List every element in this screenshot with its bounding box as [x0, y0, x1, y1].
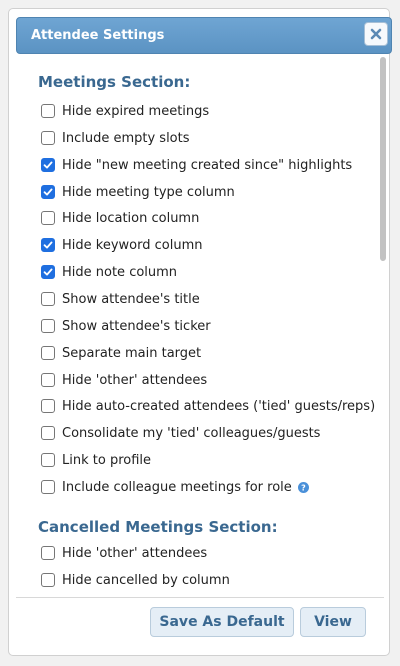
option-label: Hide "new meeting created since" highlig…	[62, 157, 353, 173]
checkbox[interactable]	[41, 185, 55, 199]
scrollbar-thumb[interactable]	[380, 57, 386, 261]
checkbox[interactable]	[41, 546, 55, 560]
option-label: Consolidate my 'tied' colleagues/guests	[62, 425, 321, 441]
option-label: Hide 'other' attendees	[62, 372, 208, 388]
close-x-icon	[370, 28, 382, 40]
option-label: Link to profile	[62, 452, 152, 468]
checkbox[interactable]	[41, 453, 55, 467]
option-row[interactable]: Include empty slots	[41, 128, 190, 148]
settings-scroll-area[interactable]: Meetings Section: Hide expired meetings In…	[19, 54, 389, 599]
checkbox[interactable]	[41, 319, 55, 333]
checkbox[interactable]	[41, 573, 55, 587]
option-row[interactable]: Include colleague meetings for role?	[41, 477, 309, 497]
checkbox[interactable]	[41, 265, 55, 279]
checkbox[interactable]	[41, 238, 55, 252]
dialog-title-bar: Attendee Settings	[16, 17, 392, 54]
checkbox[interactable]	[41, 158, 55, 172]
option-label: Hide meeting type column	[62, 184, 235, 200]
option-row[interactable]: Hide 'other' attendees	[41, 370, 207, 390]
footer-divider	[16, 597, 384, 598]
option-row[interactable]: Hide 'other' attendees	[41, 543, 207, 563]
meetings-section-heading: Meetings Section:	[38, 73, 191, 91]
option-row[interactable]: Hide keyword column	[41, 235, 202, 255]
option-row[interactable]: Link to profile	[41, 450, 151, 470]
option-label: Hide note column	[62, 264, 178, 280]
close-button[interactable]	[364, 22, 388, 46]
option-row[interactable]: Hide meeting type column	[41, 182, 235, 202]
option-label: Hide location column	[62, 210, 200, 226]
option-row[interactable]: Separate main target	[41, 343, 201, 363]
checkmark-icon	[43, 161, 53, 169]
option-row[interactable]: Show attendee's title	[41, 289, 200, 309]
option-label: Separate main target	[62, 345, 202, 361]
option-label: Include colleague meetings for role	[62, 479, 292, 495]
checkbox[interactable]	[41, 346, 55, 360]
option-label: Hide 'other' attendees	[62, 545, 208, 561]
option-row[interactable]: Hide cancelled by column	[41, 570, 230, 590]
option-row[interactable]: Hide "new meeting created since" highlig…	[41, 155, 352, 175]
dialog-title: Attendee Settings	[31, 28, 165, 43]
scrollbar[interactable]	[379, 57, 387, 597]
checkbox[interactable]	[41, 292, 55, 306]
checkmark-icon	[43, 241, 53, 249]
checkbox[interactable]	[41, 426, 55, 440]
checkbox[interactable]	[41, 104, 55, 118]
option-label: Hide expired meetings	[62, 103, 210, 119]
option-row[interactable]: Hide auto-created attendees ('tied' gues…	[41, 396, 375, 416]
help-circle-icon[interactable]: ?	[297, 481, 309, 493]
checkbox[interactable]	[41, 373, 55, 387]
svg-text:?: ?	[301, 483, 306, 492]
option-row[interactable]: Show attendee's ticker	[41, 316, 211, 336]
option-label: Hide cancelled by column	[62, 572, 230, 588]
option-label: Show attendee's ticker	[62, 318, 211, 334]
cancelled-meetings-section-heading: Cancelled Meetings Section:	[38, 518, 278, 536]
option-label: Hide auto-created attendees ('tied' gues…	[62, 398, 376, 414]
save-as-default-button[interactable]: Save As Default	[150, 607, 294, 637]
option-row[interactable]: Consolidate my 'tied' colleagues/guests	[41, 423, 320, 443]
checkbox[interactable]	[41, 131, 55, 145]
checkmark-icon	[43, 188, 53, 196]
option-label: Hide keyword column	[62, 237, 203, 253]
checkbox[interactable]	[41, 211, 55, 225]
option-row[interactable]: Hide expired meetings	[41, 101, 209, 121]
attendee-settings-dialog: Attendee Settings Meetings Section: Hide …	[8, 8, 392, 656]
checkbox[interactable]	[41, 399, 55, 413]
option-label: Show attendee's title	[62, 291, 200, 307]
checkbox[interactable]	[41, 480, 55, 494]
option-row[interactable]: Hide location column	[41, 208, 199, 228]
option-label: Include empty slots	[62, 130, 190, 146]
option-row[interactable]: Hide note column	[41, 262, 177, 282]
view-button[interactable]: View	[300, 607, 366, 637]
checkmark-icon	[43, 268, 53, 276]
